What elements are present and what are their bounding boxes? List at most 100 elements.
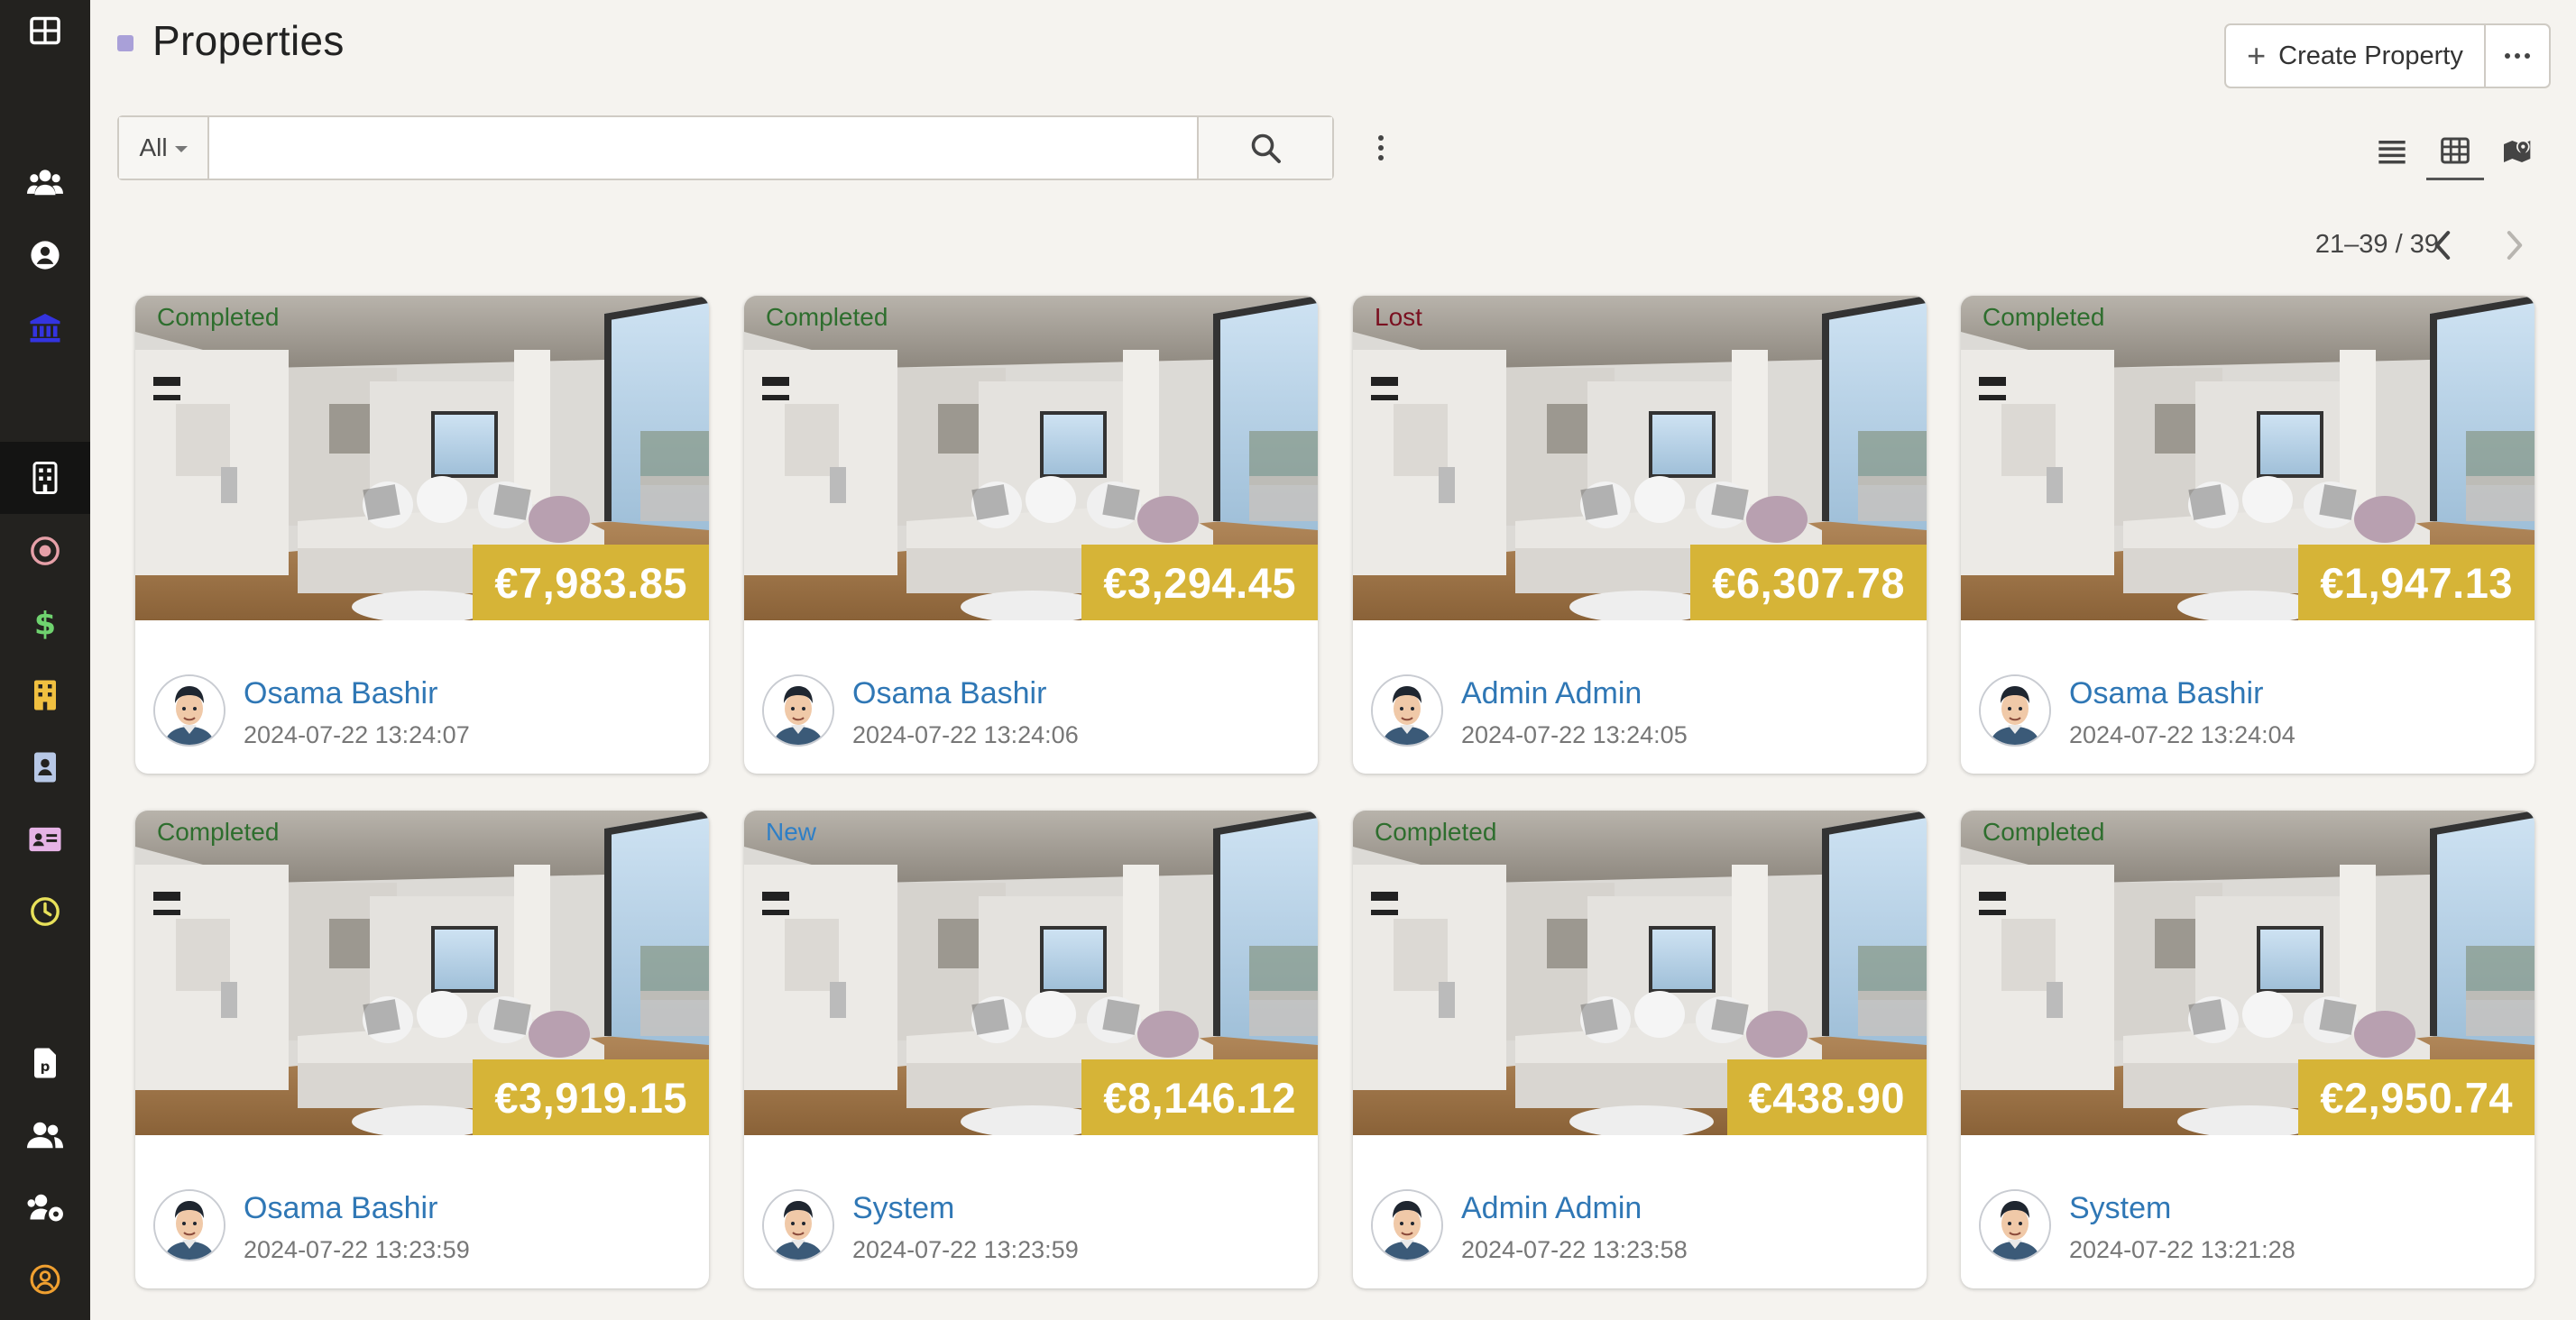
owner-link[interactable]: Admin Admin xyxy=(1461,676,1642,711)
property-card[interactable]: Completed €3,919.15 Osama Bashir 2024-07… xyxy=(135,811,709,1288)
price-badge: €7,983.85 xyxy=(473,545,709,620)
apps-icon[interactable] xyxy=(0,0,90,67)
card-body: System 2024-07-22 13:23:59 xyxy=(744,1135,1318,1288)
status-badge: Completed xyxy=(766,303,888,331)
created-date: 2024-07-22 13:23:59 xyxy=(244,1236,470,1263)
avatar-face-icon xyxy=(1981,1191,2049,1260)
building-icon[interactable] xyxy=(0,659,90,731)
owner-link[interactable]: System xyxy=(852,1191,954,1226)
avatar-face-icon xyxy=(764,1191,833,1260)
property-icon[interactable] xyxy=(0,442,90,514)
property-card[interactable]: Lost €6,307.78 Admin Admin 2024-07-22 13… xyxy=(1353,296,1927,774)
previous-page-button[interactable] xyxy=(2423,225,2462,265)
card-body: Osama Bashir 2024-07-22 13:23:59 xyxy=(135,1135,709,1288)
created-date: 2024-07-22 13:21:28 xyxy=(2069,1236,2295,1263)
card-body: Osama Bashir 2024-07-22 13:24:07 xyxy=(135,620,709,774)
grid-view-icon xyxy=(2441,137,2470,163)
price-badge: €3,919.15 xyxy=(473,1059,709,1135)
ellipsis-icon xyxy=(2505,53,2530,59)
created-date: 2024-07-22 13:23:58 xyxy=(1461,1236,1688,1263)
price-badge: €8,146.12 xyxy=(1081,1059,1318,1135)
created-date: 2024-07-22 13:24:07 xyxy=(244,721,470,748)
users-group-icon[interactable] xyxy=(0,146,90,218)
search-button[interactable] xyxy=(1197,117,1332,179)
search-icon xyxy=(1251,133,1281,163)
price-badge: €438.90 xyxy=(1726,1059,1927,1135)
created-date: 2024-07-22 13:24:04 xyxy=(2069,721,2295,748)
card-body: Osama Bashir 2024-07-22 13:24:04 xyxy=(1961,620,2535,774)
id-card-icon[interactable] xyxy=(0,803,90,875)
owner-link[interactable]: Osama Bashir xyxy=(852,676,1046,711)
property-image[interactable]: New €8,146.12 xyxy=(744,811,1318,1135)
status-badge: Completed xyxy=(157,303,280,331)
created-date: 2024-07-22 13:24:05 xyxy=(1461,721,1688,748)
owner-link[interactable]: Osama Bashir xyxy=(244,676,437,711)
card-body: Osama Bashir 2024-07-22 13:24:06 xyxy=(744,620,1318,774)
people-icon[interactable] xyxy=(0,1099,90,1171)
users-settings-icon[interactable] xyxy=(0,1171,90,1243)
card-body: Admin Admin 2024-07-22 13:23:58 xyxy=(1353,1135,1927,1288)
status-badge: Completed xyxy=(1375,818,1497,846)
dollar-icon[interactable]: $ xyxy=(0,587,90,659)
avatar xyxy=(762,674,834,747)
user-circle-icon[interactable] xyxy=(0,219,90,291)
avatar-face-icon xyxy=(155,676,224,745)
list-view-icon xyxy=(2378,141,2406,164)
search-input[interactable] xyxy=(209,117,1197,179)
property-card[interactable]: Completed €3,294.45 Osama Bashir 2024-07… xyxy=(744,296,1318,774)
owner-link[interactable]: Admin Admin xyxy=(1461,1191,1642,1226)
property-image[interactable]: Lost €6,307.78 xyxy=(1353,296,1927,620)
status-badge: Completed xyxy=(1983,818,2105,846)
status-badge: Completed xyxy=(1983,303,2105,331)
owner-link[interactable]: System xyxy=(2069,1191,2171,1226)
avatar xyxy=(762,1189,834,1261)
property-image[interactable]: Completed €438.90 xyxy=(1353,811,1927,1135)
avatar-face-icon xyxy=(1981,676,2049,745)
search-options-button[interactable] xyxy=(1367,128,1394,168)
chevron-right-icon xyxy=(2507,231,2523,260)
clock-icon[interactable] xyxy=(0,875,90,948)
avatar-face-icon xyxy=(1373,676,1441,745)
more-actions-button[interactable] xyxy=(2486,25,2549,87)
property-card[interactable]: Completed €2,950.74 System 2024-07-22 13… xyxy=(1961,811,2535,1288)
contact-book-icon[interactable] xyxy=(0,731,90,803)
pagination-range: 21–39 / 39 xyxy=(2314,230,2439,259)
svg-text:$: $ xyxy=(34,607,56,640)
next-page-button[interactable] xyxy=(2495,225,2535,265)
vertical-ellipsis-icon xyxy=(1378,135,1384,160)
avatar xyxy=(1371,674,1443,747)
filter-dropdown[interactable]: All xyxy=(119,117,209,179)
property-image[interactable]: Completed €3,294.45 xyxy=(744,296,1318,620)
pdf-document-icon[interactable]: p xyxy=(0,1027,90,1099)
property-card[interactable]: Completed €438.90 Admin Admin 2024-07-22… xyxy=(1353,811,1927,1288)
target-icon[interactable] xyxy=(0,515,90,587)
property-image[interactable]: Completed €2,950.74 xyxy=(1961,811,2535,1135)
card-body: System 2024-07-22 13:21:28 xyxy=(1961,1135,2535,1288)
property-card[interactable]: Completed €7,983.85 Osama Bashir 2024-07… xyxy=(135,296,709,774)
caret-down-icon xyxy=(174,146,188,152)
create-property-label: Create Property xyxy=(2278,41,2463,70)
map-view-button[interactable] xyxy=(2489,123,2547,180)
grid-view-button[interactable] xyxy=(2426,123,2484,180)
property-image[interactable]: Completed €1,947.13 xyxy=(1961,296,2535,620)
create-property-button[interactable]: + Create Property xyxy=(2226,25,2486,87)
plus-icon: + xyxy=(2247,37,2267,74)
owner-link[interactable]: Osama Bashir xyxy=(2069,676,2263,711)
title-marker xyxy=(117,35,133,51)
page-title: Properties xyxy=(152,17,345,64)
avatar-face-icon xyxy=(155,1191,224,1260)
status-badge: Completed xyxy=(157,818,280,846)
owner-link[interactable]: Osama Bashir xyxy=(244,1191,437,1226)
search-bar: All xyxy=(117,115,1334,180)
list-view-button[interactable] xyxy=(2363,123,2421,180)
chevron-left-icon xyxy=(2434,231,2451,260)
bank-icon[interactable] xyxy=(0,291,90,363)
created-date: 2024-07-22 13:24:06 xyxy=(852,721,1079,748)
property-image[interactable]: Completed €3,919.15 xyxy=(135,811,709,1135)
property-card[interactable]: Completed €1,947.13 Osama Bashir 2024-07… xyxy=(1961,296,2535,774)
user-account-icon[interactable] xyxy=(0,1243,90,1315)
avatar xyxy=(1979,674,2051,747)
property-card[interactable]: New €8,146.12 System 2024-07-22 13:23:59 xyxy=(744,811,1318,1288)
avatar xyxy=(153,1189,225,1261)
property-image[interactable]: Completed €7,983.85 xyxy=(135,296,709,620)
